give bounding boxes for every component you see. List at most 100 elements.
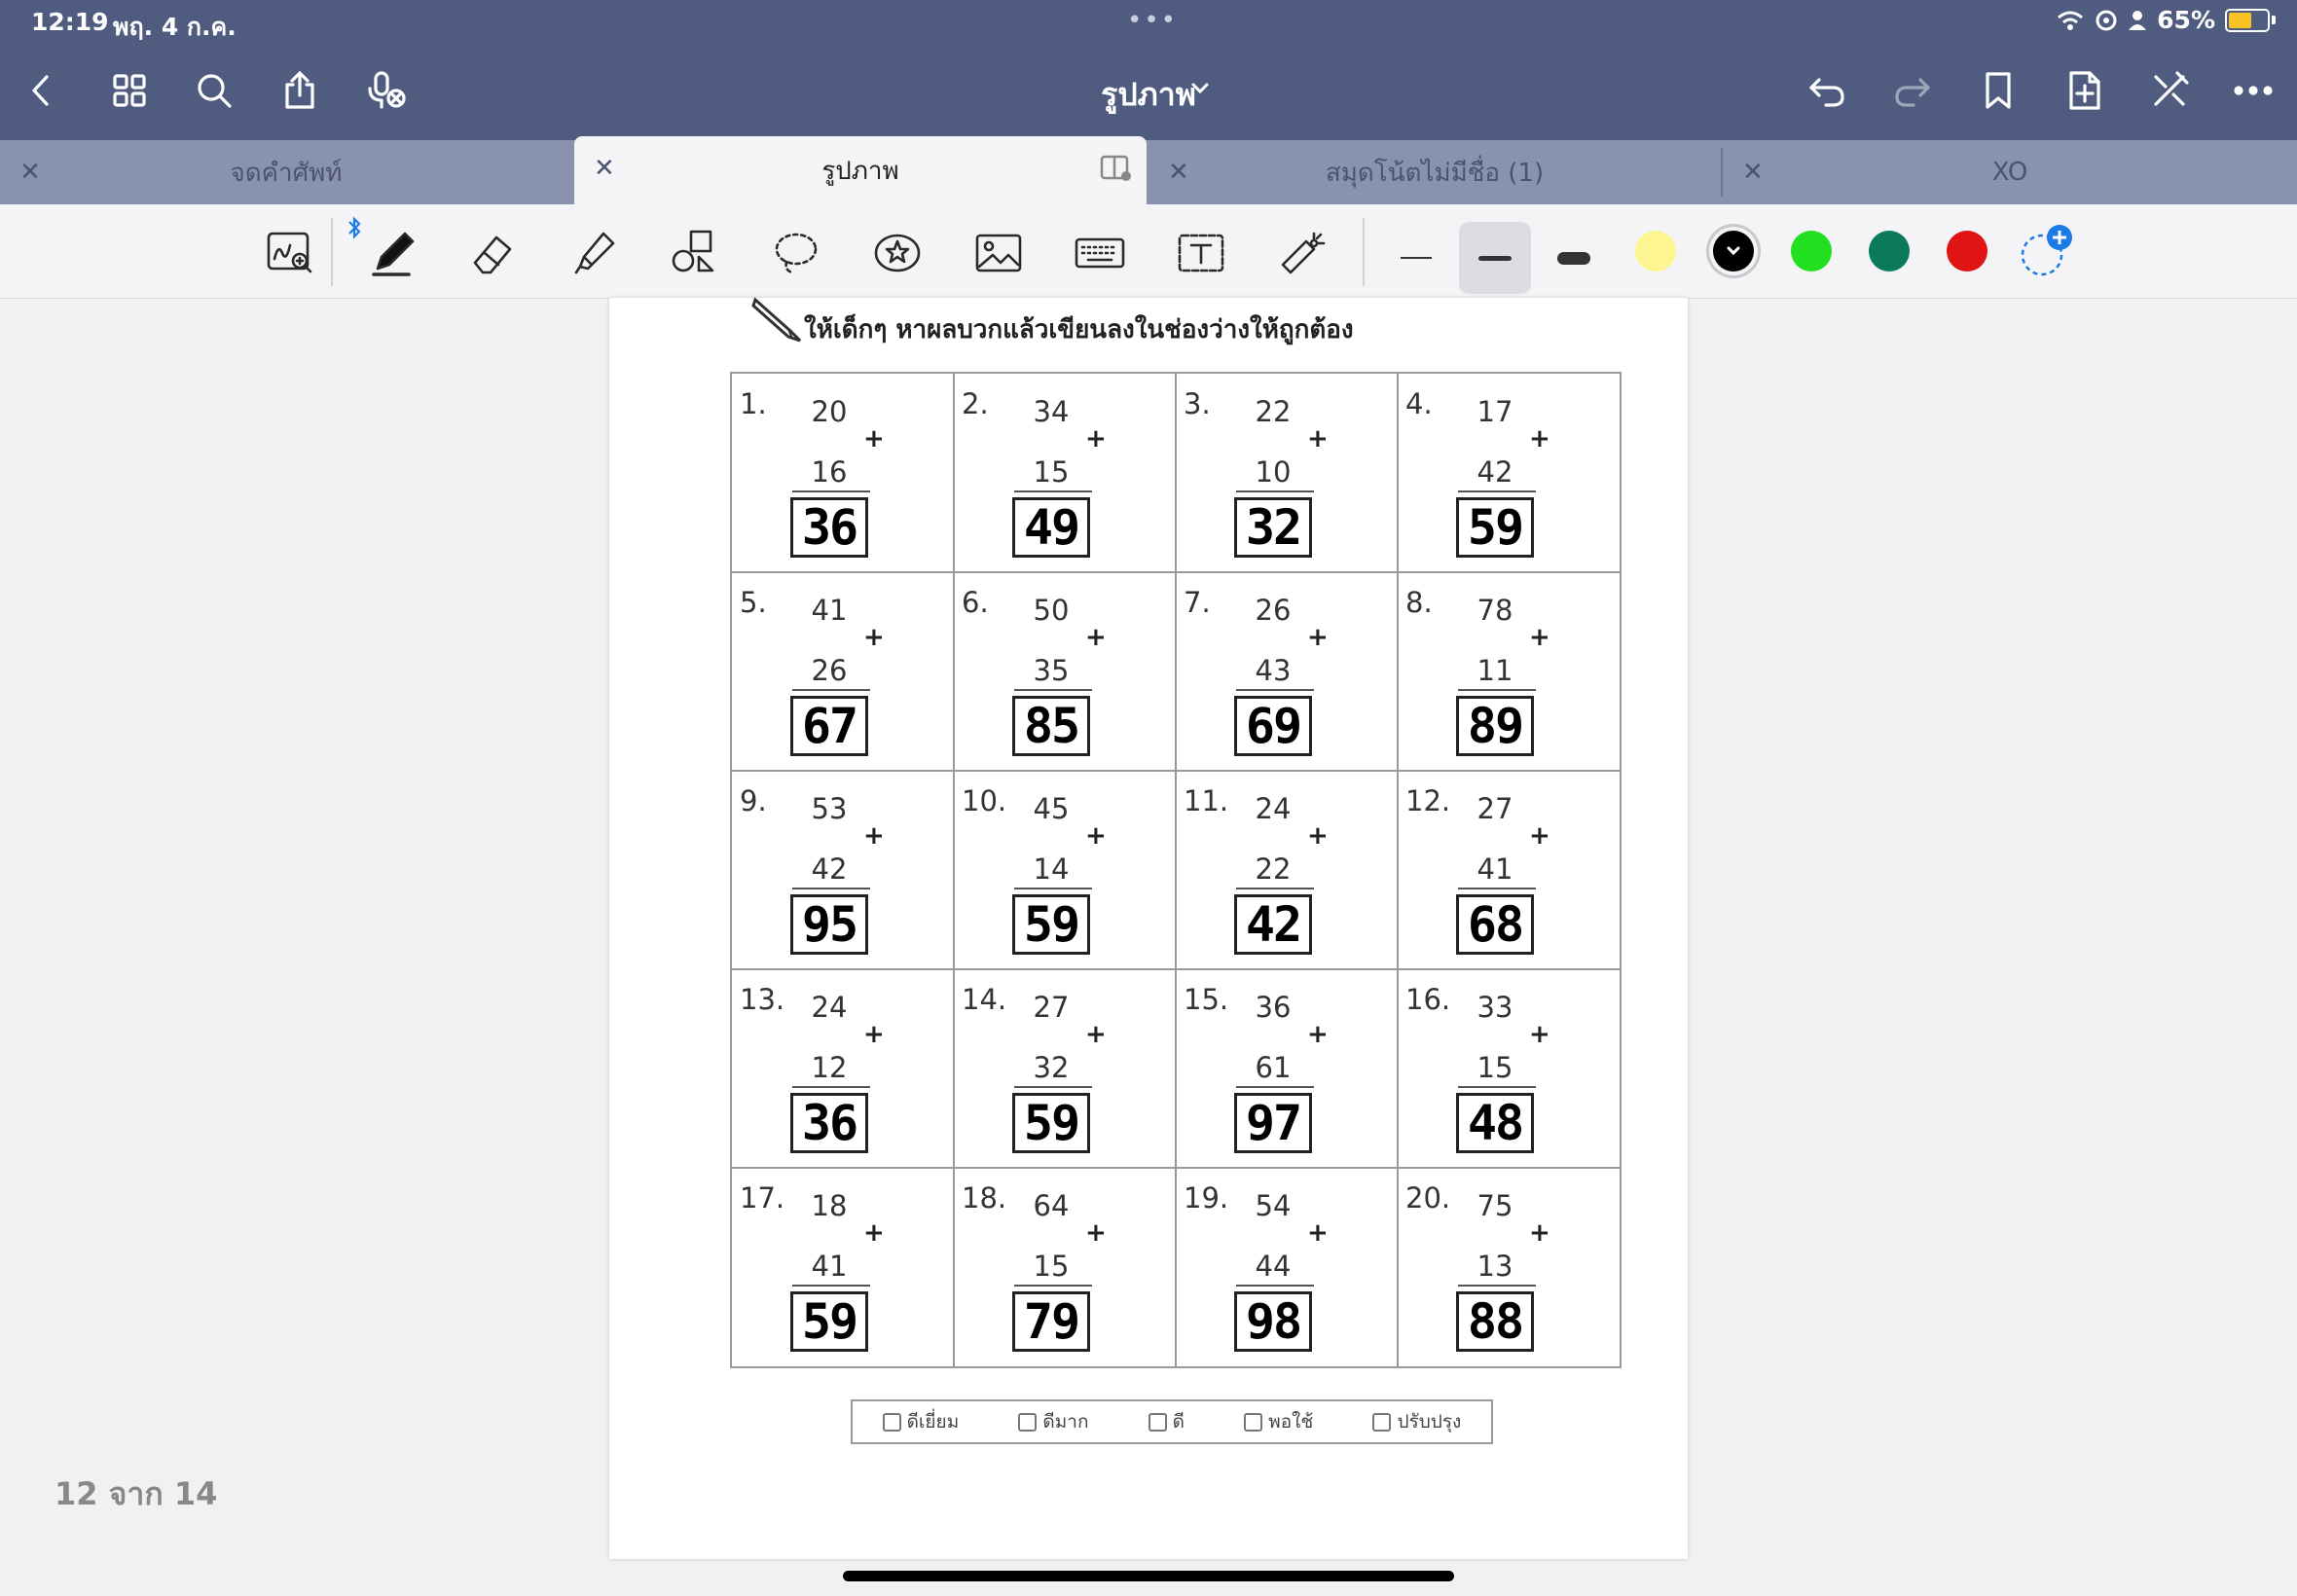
handwritten-answer[interactable]: 36 xyxy=(790,1095,868,1151)
plus-sign: + xyxy=(1529,623,1550,652)
addend-top: 75 xyxy=(1477,1189,1513,1222)
handwritten-answer[interactable]: 59 xyxy=(1012,896,1090,953)
stroke-medium-option[interactable] xyxy=(1459,222,1531,294)
person-icon xyxy=(2129,10,2147,30)
color-swatch-green[interactable] xyxy=(1791,231,1832,272)
more-options-icon[interactable] xyxy=(2229,66,2278,115)
handwritten-answer[interactable]: 36 xyxy=(790,499,868,556)
worksheet-page[interactable]: ให้เด็กๆ หาผลบวกแล้วเขียนลงในช่องว่างให้… xyxy=(609,297,1688,1559)
addend-top: 26 xyxy=(1255,594,1292,627)
handwritten-answer[interactable]: 95 xyxy=(790,896,868,953)
handwritten-answer[interactable]: 89 xyxy=(1456,698,1534,754)
laser-pointer-tool-icon[interactable] xyxy=(1271,222,1333,284)
tab-label: จดคำศัพท์ xyxy=(230,158,343,188)
addend-bottom: 42 xyxy=(811,852,848,886)
close-tab-icon[interactable]: ✕ xyxy=(1742,158,1764,187)
close-tab-icon[interactable]: ✕ xyxy=(19,158,41,187)
stroke-thin-option[interactable] xyxy=(1380,222,1452,294)
color-swatch-black[interactable] xyxy=(1713,231,1754,272)
stroke-thick-option[interactable] xyxy=(1538,222,1610,294)
handwritten-answer[interactable]: 69 xyxy=(1234,698,1312,754)
handwritten-answer[interactable]: 98 xyxy=(1234,1293,1312,1350)
rating-checkboxes: ดีเยี่ยม ดีมาก ดี พอใช้ ปรับปรุง xyxy=(851,1399,1493,1444)
close-tab-icon[interactable]: ✕ xyxy=(1168,158,1189,187)
sticker-tool-icon[interactable] xyxy=(866,222,929,284)
highlighter-tool-icon[interactable] xyxy=(563,222,625,284)
grid-view-icon[interactable] xyxy=(105,66,154,115)
checkbox-icon[interactable] xyxy=(1018,1412,1038,1432)
wifi-icon xyxy=(2058,11,2084,30)
checkbox-icon[interactable] xyxy=(1244,1412,1263,1432)
addend-top: 33 xyxy=(1477,991,1513,1024)
problem-cell: 16. 33 +15 48 xyxy=(1398,969,1621,1169)
pen-tool-icon[interactable] xyxy=(362,222,424,284)
handwritten-answer[interactable]: 59 xyxy=(790,1293,868,1350)
problem-number: 2. xyxy=(962,387,989,420)
plus-sign: + xyxy=(1085,821,1107,851)
close-tab-icon[interactable]: ✕ xyxy=(594,154,615,183)
addend-top: 22 xyxy=(1255,395,1292,428)
add-page-icon[interactable] xyxy=(2060,66,2109,115)
handwritten-answer[interactable]: 88 xyxy=(1456,1293,1534,1350)
problem-cell: 19. 54 +44 98 xyxy=(1176,1168,1399,1367)
text-box-tool-icon[interactable] xyxy=(1170,222,1232,284)
sum-line xyxy=(792,1086,870,1088)
problem-number: 6. xyxy=(962,586,989,619)
tab-vocabulary[interactable]: ✕ จดคำศัพท์ xyxy=(0,140,572,204)
add-color-icon[interactable] xyxy=(2017,222,2079,280)
rating-option[interactable]: ดีเยี่ยม xyxy=(882,1407,959,1436)
plus-sign: + xyxy=(1529,821,1550,851)
rating-option[interactable]: พอใช้ xyxy=(1244,1407,1313,1436)
tab-pictures[interactable]: ✕ รูปภาพ xyxy=(574,136,1147,204)
plus-sign: + xyxy=(1307,1218,1329,1248)
checkbox-icon[interactable] xyxy=(1148,1412,1167,1432)
shapes-tool-icon[interactable] xyxy=(664,222,726,284)
sum-line xyxy=(1236,689,1314,691)
handwritten-answer[interactable]: 59 xyxy=(1456,499,1534,556)
handwritten-answer[interactable]: 59 xyxy=(1012,1095,1090,1151)
rating-option[interactable]: ดีมาก xyxy=(1018,1407,1088,1436)
problem-number: 18. xyxy=(962,1181,1007,1215)
handwritten-answer[interactable]: 49 xyxy=(1012,499,1090,556)
handwritten-answer[interactable]: 67 xyxy=(790,698,868,754)
eraser-tool-icon[interactable] xyxy=(461,222,524,284)
problem-cell: 5. 41 +26 67 xyxy=(732,572,955,772)
handwritten-answer[interactable]: 48 xyxy=(1456,1095,1534,1151)
split-view-icon[interactable] xyxy=(1100,154,1133,183)
plus-sign: + xyxy=(1307,821,1329,851)
color-swatch-dark-green[interactable] xyxy=(1869,231,1910,272)
share-icon[interactable] xyxy=(275,66,324,115)
checkbox-icon[interactable] xyxy=(1372,1412,1392,1432)
microphone-off-icon[interactable] xyxy=(363,66,412,115)
back-icon[interactable] xyxy=(18,66,66,115)
home-indicator[interactable] xyxy=(843,1571,1454,1581)
tab-xo[interactable]: ✕ XO xyxy=(1723,140,2297,204)
chevron-down-icon[interactable] xyxy=(1189,80,1211,97)
rating-option[interactable]: ดี xyxy=(1148,1407,1185,1436)
addend-bottom: 41 xyxy=(1477,852,1513,886)
tab-untitled-notebook[interactable]: ✕ สมุดโน้ตไม่มีชื่อ (1) xyxy=(1148,140,1721,204)
handwritten-answer[interactable]: 32 xyxy=(1234,499,1312,556)
image-tool-icon[interactable] xyxy=(967,222,1030,284)
checkbox-icon[interactable] xyxy=(882,1412,901,1432)
multitasking-dots-icon[interactable]: ••• xyxy=(1127,6,1178,35)
search-icon[interactable] xyxy=(190,66,238,115)
problem-number: 13. xyxy=(740,983,785,1016)
handwritten-answer[interactable]: 68 xyxy=(1456,896,1534,953)
zoom-writing-icon[interactable] xyxy=(259,222,321,284)
handwritten-answer[interactable]: 97 xyxy=(1234,1095,1312,1151)
color-swatch-red[interactable] xyxy=(1947,231,1987,272)
handwritten-answer[interactable]: 85 xyxy=(1012,698,1090,754)
color-swatch-yellow[interactable] xyxy=(1635,231,1676,272)
lasso-tool-icon[interactable] xyxy=(765,222,827,284)
problem-cell: 15. 36 +61 97 xyxy=(1176,969,1399,1169)
tab-label: สมุดโน้ตไม่มีชื่อ (1) xyxy=(1325,158,1545,188)
undo-icon[interactable] xyxy=(1803,66,1851,115)
handwritten-answer[interactable]: 42 xyxy=(1234,896,1312,953)
handwritten-answer[interactable]: 79 xyxy=(1012,1293,1090,1350)
rating-option[interactable]: ปรับปรุง xyxy=(1372,1407,1461,1436)
bookmark-icon[interactable] xyxy=(1974,66,2023,115)
keyboard-tool-icon[interactable] xyxy=(1069,222,1131,284)
close-toolbar-icon[interactable] xyxy=(2145,66,2194,115)
redo-icon[interactable] xyxy=(1888,66,1937,115)
